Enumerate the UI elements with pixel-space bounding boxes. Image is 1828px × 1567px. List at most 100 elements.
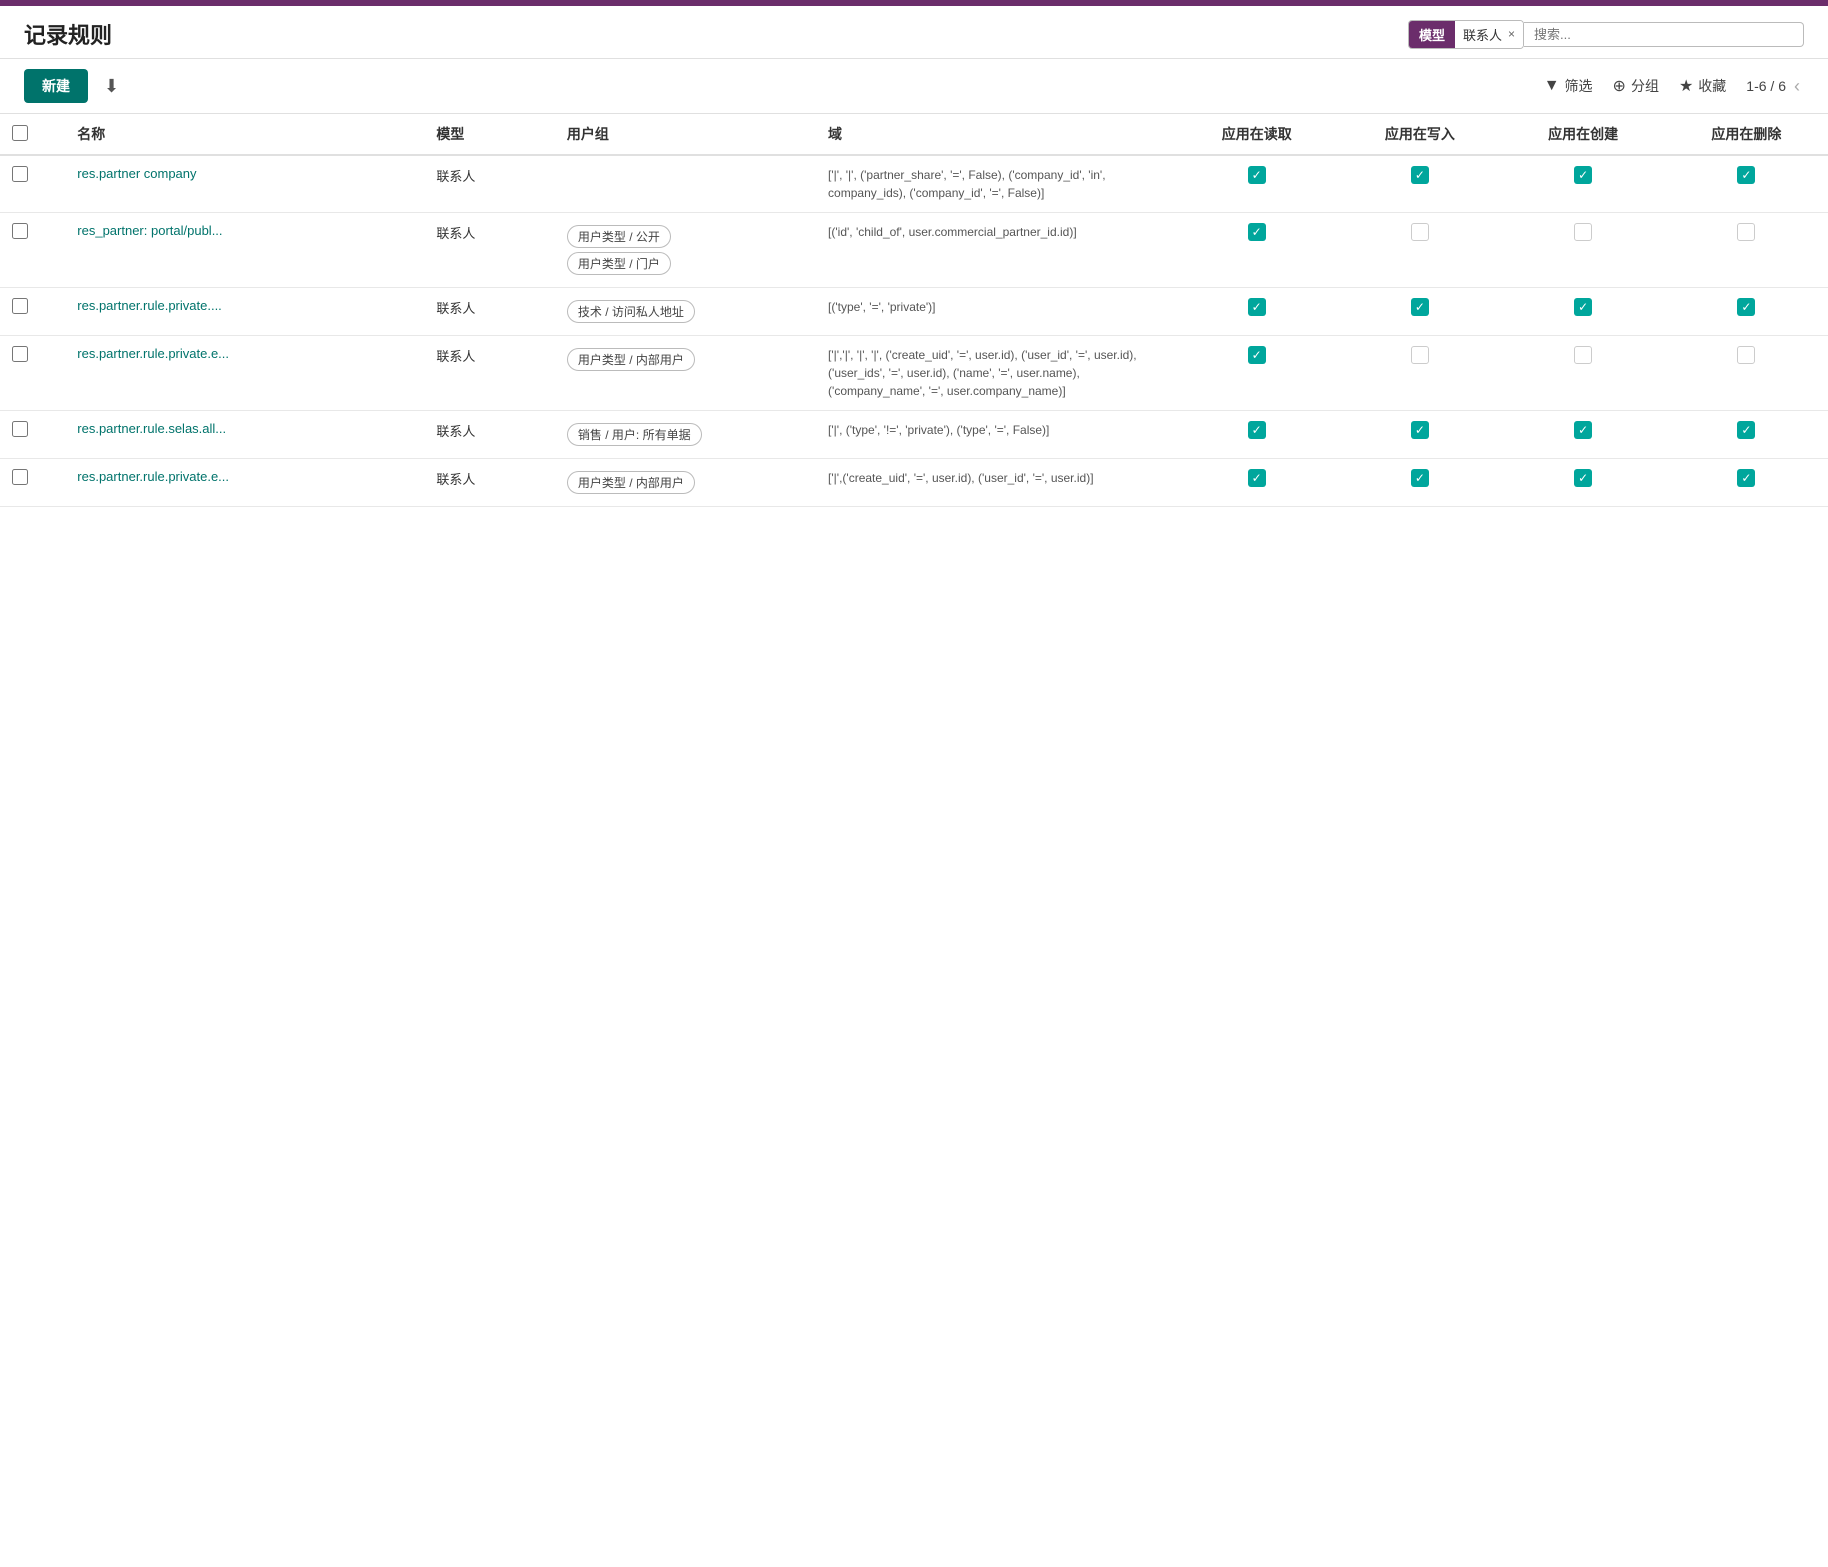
star-icon: ★ — [1679, 76, 1693, 96]
delete-unchecked-icon — [1737, 346, 1755, 364]
row-model: 联系人 — [424, 155, 555, 213]
row-delete — [1665, 288, 1828, 336]
filter-action[interactable]: ▼ 筛选 — [1544, 76, 1593, 96]
row-read — [1175, 288, 1338, 336]
row-delete — [1665, 155, 1828, 213]
download-icon: ⬇ — [104, 76, 119, 96]
read-checked-icon — [1248, 298, 1266, 316]
row-groups: 用户类型 / 内部用户 — [555, 336, 816, 411]
favorite-label: 收藏 — [1698, 76, 1726, 96]
row-name: res.partner.rule.selas.all... — [65, 411, 424, 459]
row-delete — [1665, 336, 1828, 411]
table-body: res.partner company联系人['|', '|', ('partn… — [0, 155, 1828, 507]
row-read — [1175, 459, 1338, 507]
create-unchecked-icon — [1574, 223, 1592, 241]
row-create — [1502, 288, 1665, 336]
delete-checked-icon — [1737, 166, 1755, 184]
group-tag: 用户类型 / 公开 — [567, 225, 671, 248]
row-checkbox[interactable] — [12, 421, 28, 437]
filter-tag-value: 联系人 × — [1455, 21, 1523, 48]
pagination-nav: 1-6 / 6 ‹ — [1746, 74, 1804, 99]
row-domain: [('type', '=', 'private')] — [816, 288, 1175, 336]
table-row[interactable]: res.partner.rule.selas.all...联系人销售 / 用户:… — [0, 411, 1828, 459]
row-delete — [1665, 213, 1828, 288]
row-write — [1338, 336, 1501, 411]
select-all-checkbox[interactable] — [12, 125, 28, 141]
favorite-action[interactable]: ★ 收藏 — [1679, 76, 1726, 96]
col-header-write: 应用在写入 — [1338, 114, 1501, 155]
row-read — [1175, 411, 1338, 459]
row-groups — [555, 155, 816, 213]
row-checkbox[interactable] — [12, 166, 28, 182]
row-create — [1502, 411, 1665, 459]
select-all-header — [0, 114, 65, 155]
row-checkbox[interactable] — [12, 223, 28, 239]
row-domain: ['|', '|', ('partner_share', '=', False)… — [816, 155, 1175, 213]
row-domain: ['|', ('type', '!=', 'private'), ('type'… — [816, 411, 1175, 459]
col-header-domain: 域 — [816, 114, 1175, 155]
table-row[interactable]: res.partner.rule.private....联系人技术 / 访问私人… — [0, 288, 1828, 336]
row-domain: ['|',('create_uid', '=', user.id), ('use… — [816, 459, 1175, 507]
table-row[interactable]: res_partner: portal/publ...联系人用户类型 / 公开用… — [0, 213, 1828, 288]
row-name: res.partner.rule.private.... — [65, 288, 424, 336]
header: 记录规则 模型 联系人 × — [0, 6, 1828, 59]
col-header-model: 模型 — [424, 114, 555, 155]
search-input[interactable] — [1524, 22, 1804, 47]
write-checked-icon — [1411, 421, 1429, 439]
row-checkbox[interactable] — [12, 469, 28, 485]
row-create — [1502, 336, 1665, 411]
page-title: 记录规则 — [24, 18, 112, 50]
new-button[interactable]: 新建 — [24, 69, 88, 103]
delete-unchecked-icon — [1737, 223, 1755, 241]
row-write — [1338, 155, 1501, 213]
delete-checked-icon — [1737, 298, 1755, 316]
read-checked-icon — [1248, 469, 1266, 487]
row-write — [1338, 459, 1501, 507]
group-icon: ⊕ — [1613, 76, 1626, 96]
create-unchecked-icon — [1574, 346, 1592, 364]
row-groups: 用户类型 / 内部用户 — [555, 459, 816, 507]
toolbar-left: 新建 ⬇ — [24, 69, 125, 103]
row-checkbox[interactable] — [12, 298, 28, 314]
records-table: 名称 模型 用户组 域 应用在读取 应用在写入 应用在创建 应用在删除 res.… — [0, 114, 1828, 507]
create-checked-icon — [1574, 421, 1592, 439]
table-header-row: 名称 模型 用户组 域 应用在读取 应用在写入 应用在创建 应用在删除 — [0, 114, 1828, 155]
row-checkbox[interactable] — [12, 346, 28, 362]
table-row[interactable]: res.partner.rule.private.e...联系人用户类型 / 内… — [0, 336, 1828, 411]
delete-checked-icon — [1737, 421, 1755, 439]
filter-tag-text: 联系人 — [1463, 25, 1502, 44]
row-groups: 销售 / 用户: 所有单据 — [555, 411, 816, 459]
write-checked-icon — [1411, 166, 1429, 184]
download-button[interactable]: ⬇ — [98, 72, 125, 101]
prev-page-button[interactable]: ‹ — [1790, 74, 1804, 99]
group-tag: 销售 / 用户: 所有单据 — [567, 423, 702, 446]
row-select-cell — [0, 459, 65, 507]
col-header-delete: 应用在删除 — [1665, 114, 1828, 155]
row-select-cell — [0, 288, 65, 336]
group-label: 分组 — [1631, 76, 1659, 96]
row-name: res.partner.rule.private.e... — [65, 459, 424, 507]
filter-tag-close-icon[interactable]: × — [1508, 27, 1515, 41]
row-read — [1175, 336, 1338, 411]
row-delete — [1665, 411, 1828, 459]
read-checked-icon — [1248, 346, 1266, 364]
group-tag: 用户类型 / 内部用户 — [567, 471, 695, 494]
toolbar: 新建 ⬇ ▼ 筛选 ⊕ 分组 ★ 收藏 1-6 / 6 ‹ — [0, 59, 1828, 114]
delete-checked-icon — [1737, 469, 1755, 487]
group-tag: 技术 / 访问私人地址 — [567, 300, 695, 323]
row-write — [1338, 213, 1501, 288]
row-name: res_partner: portal/publ... — [65, 213, 424, 288]
filter-tag-label: 模型 — [1409, 21, 1455, 48]
table-row[interactable]: res.partner company联系人['|', '|', ('partn… — [0, 155, 1828, 213]
group-action[interactable]: ⊕ 分组 — [1613, 76, 1659, 96]
row-model: 联系人 — [424, 411, 555, 459]
filter-tag-group: 模型 联系人 × — [1408, 20, 1524, 49]
write-unchecked-icon — [1411, 346, 1429, 364]
row-read — [1175, 155, 1338, 213]
row-select-cell — [0, 411, 65, 459]
col-header-group: 用户组 — [555, 114, 816, 155]
row-write — [1338, 411, 1501, 459]
row-write — [1338, 288, 1501, 336]
table-row[interactable]: res.partner.rule.private.e...联系人用户类型 / 内… — [0, 459, 1828, 507]
row-name: res.partner.rule.private.e... — [65, 336, 424, 411]
